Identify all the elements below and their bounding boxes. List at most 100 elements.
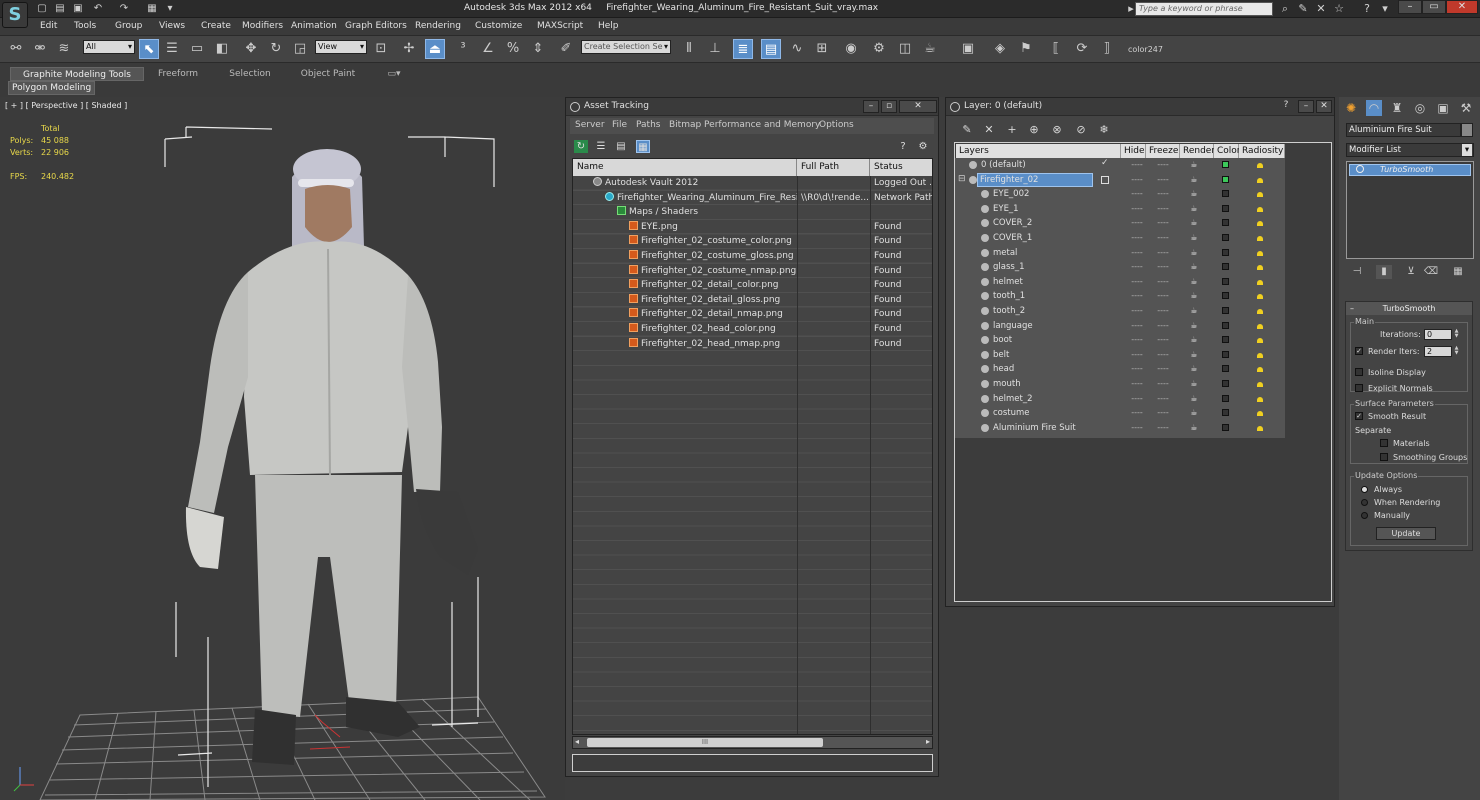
layer-color-swatch[interactable] [1222, 248, 1229, 256]
asset-help-icon[interactable]: ? [896, 140, 910, 153]
project-folder-icon[interactable]: ▦ [146, 3, 158, 15]
layer-color-swatch[interactable] [1222, 409, 1229, 417]
layer-name[interactable]: boot [993, 333, 1012, 347]
radiosity-sun-icon[interactable] [1255, 423, 1265, 433]
layer-row[interactable]: EYE_1 ---- ---- ☕ [955, 202, 1285, 217]
column-header-name[interactable]: Name [573, 159, 797, 176]
rotate-icon[interactable]: ↻ [266, 39, 286, 59]
layer-close-button[interactable]: ✕ [1316, 100, 1332, 113]
render-production-icon[interactable]: ☕ [920, 39, 940, 59]
layer-freeze-toggle[interactable]: ---- [1151, 319, 1175, 333]
render-teapot-icon[interactable]: ☕ [1187, 289, 1201, 303]
layer-help-button[interactable]: ? [1278, 100, 1294, 113]
align-icon[interactable]: ⊥ [705, 39, 725, 59]
menu-rendering[interactable]: Rendering [415, 21, 461, 31]
make-unique-icon[interactable]: ⊻ [1403, 265, 1419, 279]
layer-row[interactable]: helmet_2 ---- ---- ☕ [955, 392, 1285, 407]
layer-name[interactable]: helmet [993, 275, 1023, 289]
layer-freeze-toggle[interactable]: ---- [1151, 187, 1175, 201]
spinner-snap-icon[interactable]: ⇕ [528, 39, 548, 59]
layer-name[interactable]: belt [993, 348, 1009, 362]
layer-freeze-toggle[interactable]: ---- [1151, 158, 1175, 172]
radiosity-sun-icon[interactable] [1255, 321, 1265, 331]
layer-titlebar[interactable]: Layer: 0 (default) [946, 98, 1334, 116]
asset-menu-options[interactable]: Options [819, 120, 854, 130]
layer-hide-toggle[interactable]: ---- [1125, 260, 1149, 274]
delete-layer-icon[interactable]: ✕ [982, 123, 996, 137]
layer-row[interactable]: head ---- ---- ☕ [955, 362, 1285, 377]
asset-minimize-button[interactable]: – [863, 100, 879, 113]
radiosity-sun-icon[interactable] [1255, 248, 1265, 258]
layer-color-swatch[interactable] [1222, 380, 1229, 387]
layer-color-swatch[interactable] [1222, 423, 1229, 431]
favorites-icon[interactable]: ☆ [1332, 2, 1346, 16]
graphite-toggle-icon[interactable]: ▤ [761, 39, 781, 59]
layer-freeze-toggle[interactable]: ---- [1151, 231, 1175, 245]
layer-hide-toggle[interactable]: ---- [1125, 421, 1149, 435]
set-current-layer-box[interactable] [1101, 175, 1109, 184]
layer-hide-toggle[interactable]: ---- [1125, 319, 1149, 333]
render-teapot-icon[interactable]: ☕ [1187, 362, 1201, 376]
layer-row[interactable]: mouth ---- ---- ☕ [955, 377, 1285, 392]
asset-maximize-button[interactable]: ▫ [881, 100, 897, 113]
layer-name[interactable]: Aluminium Fire Suit [993, 421, 1076, 435]
render-teapot-icon[interactable]: ☕ [1187, 173, 1201, 187]
angle-snap-icon[interactable]: ∠ [478, 39, 498, 59]
layer-freeze-toggle[interactable]: ---- [1151, 275, 1175, 289]
render-iters-spinner-arrows[interactable]: ▲ ▼ [1453, 346, 1460, 357]
layer-color-swatch[interactable] [1222, 365, 1229, 373]
radiosity-sun-icon[interactable] [1255, 350, 1265, 360]
layer-freeze-toggle[interactable]: ---- [1151, 333, 1175, 347]
asset-row[interactable]: Firefighter_02_head_nmap.png Found [573, 337, 932, 352]
layer-col-hide[interactable]: Hide [1121, 144, 1146, 158]
open-file-icon[interactable]: ▤ [54, 3, 66, 15]
layer-hide-toggle[interactable]: ---- [1125, 362, 1149, 376]
render-iters-spinner[interactable]: 2 [1424, 346, 1452, 357]
menu-animation[interactable]: Animation [291, 21, 337, 31]
layer-col-layers[interactable]: Layers [956, 144, 1121, 158]
tab-polygon-modeling[interactable]: Polygon Modeling [8, 81, 96, 95]
layer-freeze-toggle[interactable]: ---- [1151, 304, 1175, 318]
modify-panel-icon[interactable]: ◠ [1366, 100, 1382, 116]
layer-color-swatch[interactable] [1222, 204, 1229, 212]
menu-help[interactable]: Help [598, 21, 619, 31]
quick-access-dropdown-icon[interactable]: ▾ [164, 3, 176, 15]
smooth-result-checkbox[interactable]: ✓ [1355, 412, 1363, 420]
object-name-field[interactable]: Aluminium Fire Suit [1346, 123, 1461, 137]
scroll-right-icon[interactable]: ▸ [926, 737, 930, 746]
layer-color-swatch[interactable] [1222, 307, 1229, 314]
curve-editor-icon[interactable]: ∿ [787, 39, 807, 59]
radiosity-sun-icon[interactable] [1255, 364, 1265, 374]
layer-hide-toggle[interactable]: ---- [1125, 392, 1149, 406]
asset-row[interactable]: EYE.png Found [573, 220, 932, 235]
render-teapot-icon[interactable]: ☕ [1187, 158, 1201, 172]
bind-space-warp-icon[interactable]: ≋ [54, 39, 74, 59]
asset-path-field[interactable] [572, 754, 933, 772]
asset-row[interactable]: Firefighter_02_costume_nmap.png Found [573, 264, 932, 279]
layer-name[interactable]: language [993, 319, 1033, 333]
isoline-display-checkbox[interactable] [1355, 368, 1363, 376]
create-panel-icon[interactable]: ✺ [1343, 100, 1359, 116]
layer-freeze-toggle[interactable]: ---- [1151, 173, 1175, 187]
layer-freeze-toggle[interactable]: ---- [1151, 362, 1175, 376]
rendered-frame-window-icon[interactable]: ◫ [895, 39, 915, 59]
freeze-all-layers-icon[interactable]: ❄ [1097, 123, 1111, 137]
radiosity-sun-icon[interactable] [1255, 335, 1265, 345]
window-crossing-icon[interactable]: ◧ [212, 39, 232, 59]
layer-row[interactable]: glass_1 ---- ---- ☕ [955, 260, 1285, 275]
perspective-viewport[interactable]: [ + ] [ Perspective ] [ Shaded ] Total P… [0, 97, 565, 800]
iterations-spinner[interactable]: 0 [1424, 329, 1452, 340]
search-icon[interactable]: ⌕ [1278, 2, 1292, 16]
highlight-selected-icon[interactable]: ⊗ [1050, 123, 1064, 137]
layer-color-swatch[interactable] [1222, 292, 1229, 300]
radiosity-sun-icon[interactable] [1255, 175, 1265, 185]
layer-color-swatch[interactable] [1222, 263, 1229, 271]
scrollbar-thumb[interactable]: III [587, 738, 823, 747]
menu-group[interactable]: Group [115, 21, 142, 31]
manually-radio[interactable] [1361, 512, 1368, 519]
asset-settings-icon[interactable]: ⚙ [916, 140, 930, 153]
layer-freeze-toggle[interactable]: ---- [1151, 406, 1175, 420]
asset-row[interactable]: Firefighter_02_detail_gloss.png Found [573, 293, 932, 308]
radiosity-sun-icon[interactable] [1255, 291, 1265, 301]
asset-menu-file[interactable]: File [612, 120, 627, 130]
